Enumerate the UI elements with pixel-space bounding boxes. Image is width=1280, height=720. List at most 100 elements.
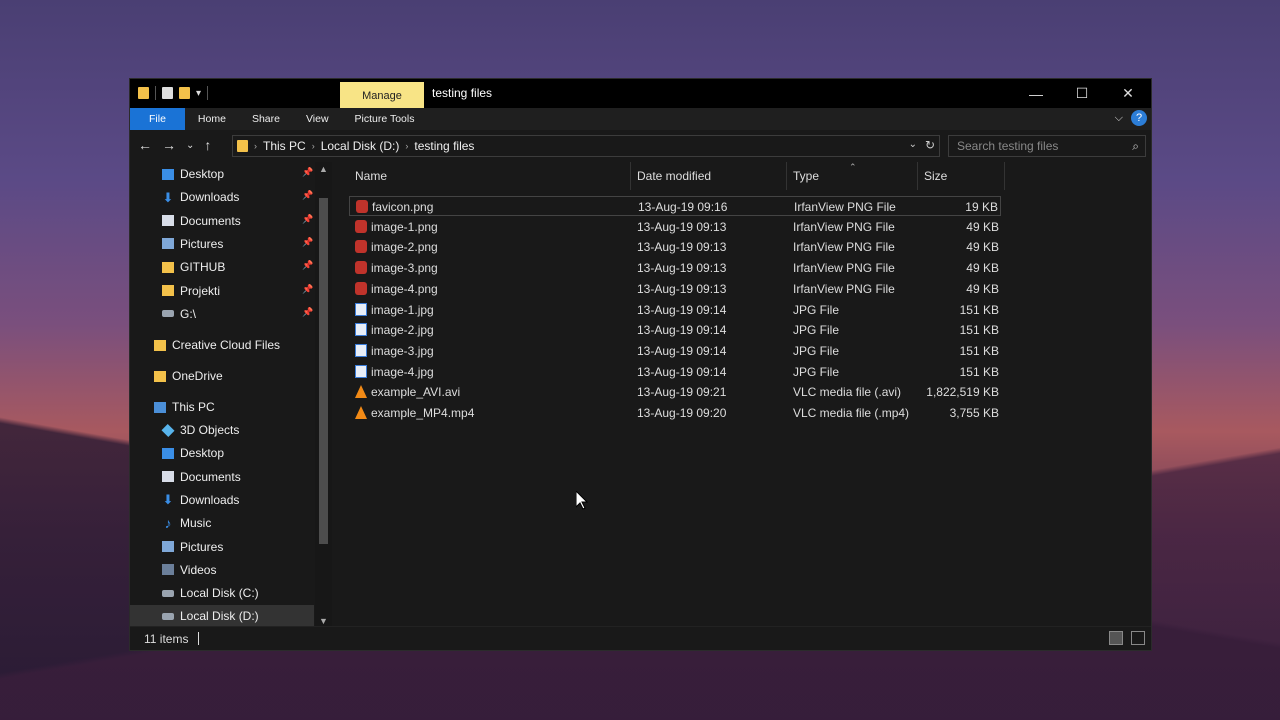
tab-home[interactable]: Home [185, 108, 239, 130]
nav-item-this-pc[interactable]: This PC [154, 396, 215, 418]
file-row[interactable]: favicon.png 13-Aug-19 09:16 IrfanView PNG … [349, 196, 1001, 216]
large-icons-view-icon[interactable] [1131, 631, 1145, 645]
pin-icon: 📌 [302, 213, 314, 224]
maximize-button[interactable]: ☐ [1059, 79, 1105, 108]
file-date: 13-Aug-19 09:13 [637, 240, 727, 255]
file-explorer-window: ▾ Manage testing files — ☐ ✕ File Home Sha… [129, 78, 1152, 651]
search-placeholder: Search testing files [957, 139, 1059, 153]
new-folder-icon[interactable] [179, 87, 190, 99]
image-file-icon [355, 302, 367, 316]
refresh-icon[interactable]: ↻ [925, 138, 935, 152]
back-arrow-icon[interactable]: ← [138, 137, 152, 153]
file-name: image-4.jpg [371, 364, 434, 379]
folder-icon [154, 339, 166, 351]
up-arrow-icon[interactable]: ↑ [204, 137, 211, 153]
nav-item-documents[interactable]: Documents [162, 210, 241, 232]
file-size: 151 KB [959, 323, 999, 338]
file-type: IrfanView PNG File [794, 200, 896, 214]
breadcrumb-this-pc[interactable]: This PC [263, 139, 306, 153]
file-row[interactable]: image-2.png 13-Aug-19 09:13 IrfanView PNG … [349, 237, 1001, 257]
nav-item-onedrive[interactable]: OneDrive [154, 365, 223, 387]
vlc-cone-icon [355, 385, 367, 399]
customize-toolbar-icon[interactable]: ▾ [196, 88, 201, 99]
chevron-right-icon[interactable]: › [254, 141, 257, 151]
view-buttons [1109, 631, 1145, 645]
nav-item-3d-objects[interactable]: 3D Objects [161, 419, 239, 441]
file-row[interactable]: image-3.jpg 13-Aug-19 09:14 JPG File 151 KB [349, 341, 1001, 361]
details-view-icon[interactable] [1109, 631, 1123, 645]
pin-icon: 📌 [302, 236, 314, 247]
scroll-up-icon[interactable]: ▲ [319, 164, 328, 174]
tab-view[interactable]: View [293, 108, 342, 130]
nav-item-label: Documents [180, 213, 241, 228]
chevron-right-icon[interactable]: › [405, 141, 408, 151]
scrollbar-thumb[interactable] [319, 198, 328, 544]
file-row[interactable]: image-4.png 13-Aug-19 09:13 IrfanView PNG … [349, 279, 1001, 299]
status-bar: 11 items [130, 626, 1151, 650]
search-input[interactable]: Search testing files ⌕ [948, 135, 1146, 157]
divider [207, 86, 209, 100]
column-headers: Name Date modified Type Size ⌃ [333, 162, 1151, 190]
window-controls: — ☐ ✕ [1013, 79, 1151, 108]
file-name: image-2.png [371, 240, 438, 255]
tab-file[interactable]: File [130, 108, 185, 130]
file-row[interactable]: example_AVI.avi 13-Aug-19 09:21 VLC media … [349, 382, 1001, 402]
file-row[interactable]: image-3.png 13-Aug-19 09:13 IrfanView PNG … [349, 258, 1001, 278]
nav-item-downloads[interactable]: ⬇ Downloads [162, 186, 240, 208]
nav-item-local-disk-c[interactable]: Local Disk (C:) [162, 582, 259, 604]
text-cursor [198, 632, 199, 645]
nav-item-pictures[interactable]: Pictures [162, 233, 223, 255]
file-row[interactable]: example_MP4.mp4 13-Aug-19 09:20 VLC media … [349, 403, 1001, 423]
tab-manage[interactable]: Manage [340, 82, 424, 109]
breadcrumb-testing-files[interactable]: testing files [414, 139, 474, 153]
file-date: 13-Aug-19 09:16 [638, 200, 728, 214]
nav-item-local-disk-d[interactable]: Local Disk (D:) [130, 605, 314, 628]
column-header-name[interactable]: Name [349, 162, 631, 190]
chevron-down-icon[interactable]: ⌄ [909, 139, 917, 150]
pictures-icon [162, 541, 174, 552]
nav-item-github[interactable]: GITHUB [162, 256, 225, 278]
image-file-icon [355, 364, 367, 378]
file-date: 13-Aug-19 09:14 [637, 302, 727, 317]
chevron-right-icon[interactable]: › [312, 141, 315, 151]
properties-icon[interactable] [162, 87, 173, 99]
pin-icon: 📌 [302, 167, 314, 177]
file-row[interactable]: image-1.jpg 13-Aug-19 09:14 JPG File 151 KB [349, 300, 1001, 320]
nav-item-music[interactable]: ♪ Music [162, 512, 212, 534]
nav-item-videos[interactable]: Videos [162, 559, 216, 581]
nav-item-downloads[interactable]: ⬇ Downloads [162, 489, 240, 511]
ribbon: File Home Share View Picture Tools ⌵ ? [130, 108, 1151, 130]
nav-item-label: Local Disk (C:) [180, 586, 259, 601]
nav-item-creative-cloud-files[interactable]: Creative Cloud Files [154, 334, 280, 356]
nav-item-desktop[interactable]: Desktop [162, 442, 224, 464]
file-date: 13-Aug-19 09:14 [637, 323, 727, 338]
file-row[interactable]: image-2.jpg 13-Aug-19 09:14 JPG File 151 KB [349, 320, 1001, 340]
expand-ribbon-icon[interactable]: ⌵ [1115, 112, 1123, 125]
file-row[interactable]: image-1.png 13-Aug-19 09:13 IrfanView PNG … [349, 217, 1001, 237]
forward-arrow-icon[interactable]: → [162, 137, 176, 153]
file-row[interactable]: image-4.jpg 13-Aug-19 09:14 JPG File 151 KB [349, 362, 1001, 382]
nav-item-label: G:\ [180, 306, 197, 321]
nav-item-documents[interactable]: Documents [162, 466, 241, 488]
videos-icon [162, 564, 174, 576]
tab-share[interactable]: Share [239, 108, 293, 130]
nav-pane-scrollbar[interactable]: ▲ ▼ [315, 162, 332, 628]
tab-picture-tools[interactable]: Picture Tools [342, 108, 428, 130]
scroll-down-icon[interactable]: ▼ [319, 616, 328, 626]
file-size: 151 KB [959, 302, 999, 317]
address-bar[interactable]: › This PC › Local Disk (D:) › testing fi… [232, 135, 940, 157]
nav-item-projekti[interactable]: Projekti [162, 280, 220, 302]
minimize-button[interactable]: — [1013, 79, 1059, 108]
breadcrumb-local-disk-d[interactable]: Local Disk (D:) [321, 139, 400, 153]
file-name: favicon.png [372, 200, 434, 214]
nav-item-g[interactable]: G:\ [162, 303, 196, 325]
recent-locations-icon[interactable]: ⌄ [186, 140, 194, 151]
close-button[interactable]: ✕ [1105, 79, 1151, 108]
column-header-size[interactable]: Size [918, 162, 1005, 190]
file-type: JPG File [793, 302, 840, 317]
nav-item-desktop[interactable]: Desktop [162, 163, 224, 185]
column-header-date[interactable]: Date modified [631, 162, 787, 190]
nav-item-pictures[interactable]: Pictures [162, 536, 223, 558]
file-name: image-3.jpg [371, 343, 434, 358]
help-icon[interactable]: ? [1131, 110, 1147, 126]
